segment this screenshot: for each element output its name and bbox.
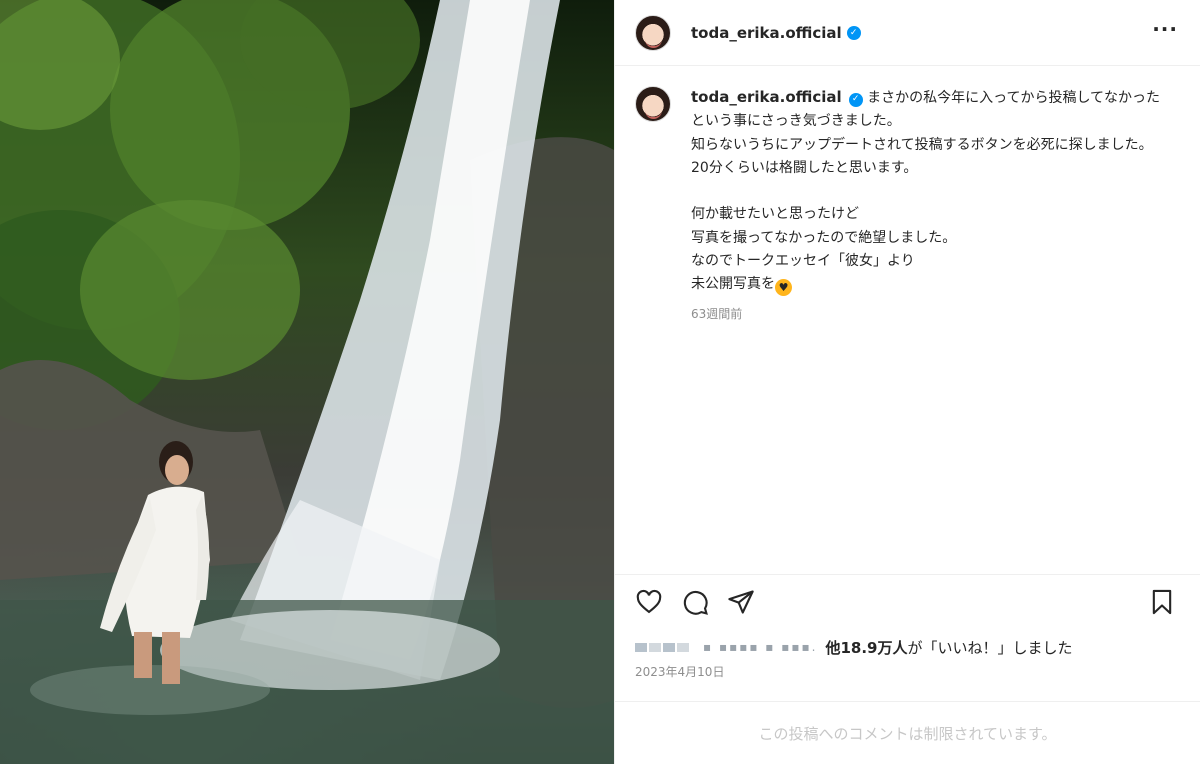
caption-username[interactable]: toda_erika.official [691,88,842,106]
likes-count: 18.9万人 [840,638,908,657]
divider [615,701,1200,702]
likes-summary[interactable]: ▪ ▪▪▪▪ ▪ ▪▪▪. 他 18.9万人 が「いいね！」しました [635,634,1073,660]
bookmark-icon[interactable] [1148,588,1180,620]
smiling-face-with-hearts-icon: ♥ [775,279,792,297]
comments-restricted-notice: この投稿へのコメントは制限されています。 [758,725,1057,743]
post-header: toda_erika.official ✓ ··· [615,0,1200,66]
post-age[interactable]: 63週間前 [691,303,1161,326]
post-date[interactable]: 2023年4月10日 [635,663,724,680]
likes-prefix: 他 [825,638,841,657]
verified-badge-icon: ✓ [848,92,863,107]
caption-avatar[interactable] [635,86,671,122]
liker-name-blurred: ▪ ▪▪▪▪ ▪ ▪▪▪. [703,640,818,654]
post-side-panel: toda_erika.official ✓ ··· toda_erika.off… [614,0,1200,764]
verified-badge-icon: ✓ [846,25,861,40]
waterfall-scene [0,0,614,764]
divider [615,574,1200,575]
heart-icon[interactable] [635,588,667,620]
instagram-post: toda_erika.official ✓ ··· toda_erika.off… [0,0,1200,764]
action-bar [635,588,1180,620]
liker-avatars [635,642,689,652]
caption: toda_erika.official ✓ まさかの私今年に入ってから投稿してなか… [691,86,1161,326]
likes-suffix: が「いいね！」しました [907,638,1073,657]
ellipsis-icon[interactable]: ··· [1152,19,1178,39]
post-photo[interactable] [0,0,614,764]
username-link[interactable]: toda_erika.official [691,24,842,42]
comment-icon[interactable] [681,588,713,620]
send-icon[interactable] [727,588,759,620]
caption-block: toda_erika.official ✓ まさかの私今年に入ってから投稿してなか… [635,86,1180,326]
caption-text: まさかの私今年に入ってから投稿してなかったという事にさっき気づきました。 知らな… [691,90,1161,293]
avatar[interactable] [635,14,671,51]
